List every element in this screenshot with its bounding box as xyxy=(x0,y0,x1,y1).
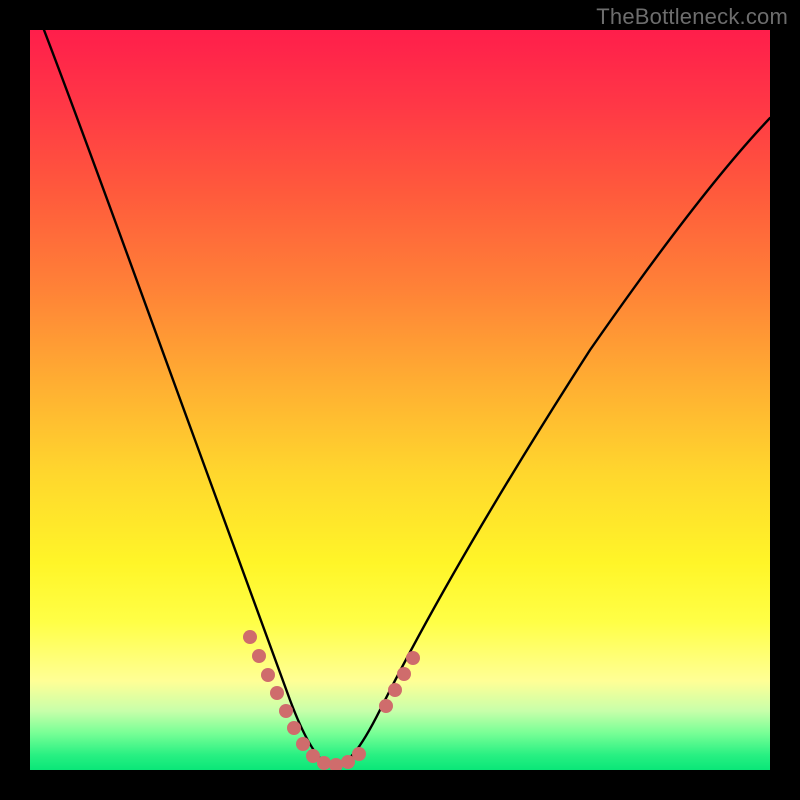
highlight-right-dots xyxy=(379,651,420,713)
highlight-bottom-dots xyxy=(296,737,366,770)
plot-area xyxy=(30,30,770,770)
watermark-text: TheBottleneck.com xyxy=(596,4,788,30)
chart-frame: TheBottleneck.com xyxy=(0,0,800,800)
curve-layer xyxy=(30,30,770,770)
highlight-left-dots xyxy=(243,630,301,735)
